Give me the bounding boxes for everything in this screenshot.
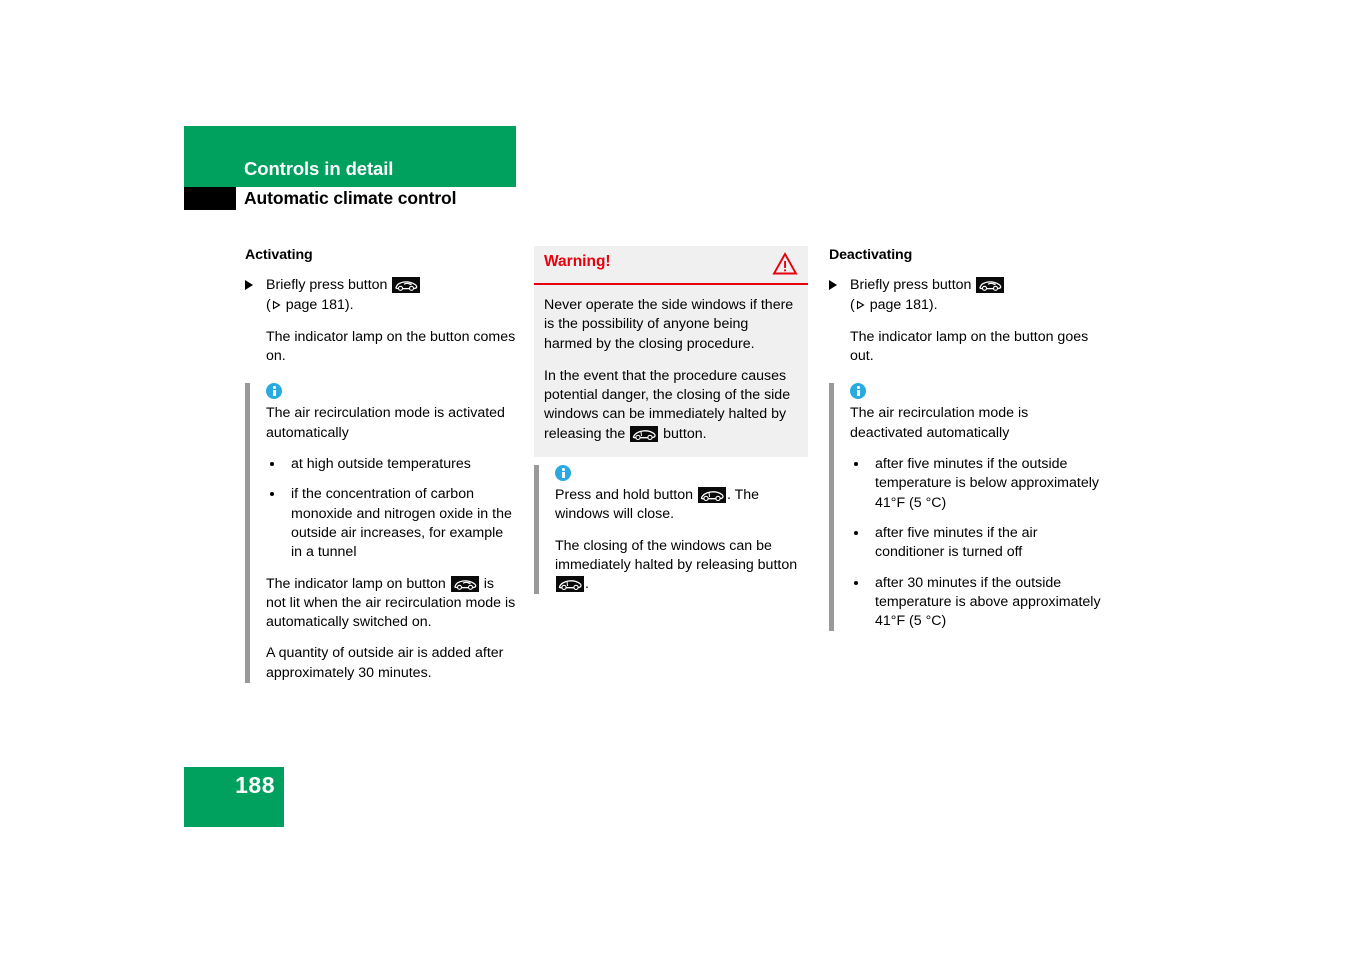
left-info-intro: The air recirculation mode is activated … [266,405,505,441]
left-info-note: The indicator lamp on button is not lit … [266,575,516,631]
list-item: after five minutes if the outside temper… [850,455,1104,513]
list-item: at high outside temperatures [266,455,517,474]
left-column: Activating Briefly press button ( page 1… [245,246,517,684]
list-item: after 30 minutes if the outside temperat… [850,574,1104,632]
side-window-button-icon[interactable] [556,576,584,593]
step-label: Briefly press button [266,277,388,294]
hollow-right-triangle-icon [272,300,281,310]
step-label: Briefly press button [850,277,972,294]
middle-info-block: Press and hold button . The windows will… [534,465,808,595]
hollow-right-triangle-icon [856,300,865,310]
info-block-rule [534,465,539,595]
info-block-rule [245,383,250,684]
manual-page: Controls in detail Automatic climate con… [0,0,1351,954]
middle-column: Press and hold button . The windows will… [534,465,808,595]
warning-triangle-icon [772,252,798,276]
warning-paragraph-1: Never operate the side windows if there … [544,297,794,352]
right-info-intro: The air recirculation mode is deactivate… [850,405,1029,441]
bullet-dot-icon [854,580,858,585]
section-title: Automatic climate control [244,188,457,208]
right-info-bullets: after five minutes if the outside temper… [850,455,1104,631]
page-reference: ( page 181). [850,296,938,313]
deactivating-result-text: The indicator lamp on the button goes ou… [850,328,1089,365]
chapter-title: Controls in detail [244,158,394,179]
warning-box-body: Never operate the side windows if there … [534,285,808,457]
bullet-dot-icon [270,462,274,467]
chapter-header-band: Controls in detail [184,126,516,187]
section-marker-block [184,187,236,210]
page-number-box: 188 [184,767,284,827]
right-column-heading: Deactivating [829,247,913,263]
air-recirculation-button-icon[interactable] [976,277,1005,294]
left-info-block: The air recirculation mode is activated … [245,383,517,684]
info-icon [266,383,282,400]
middle-info-paragraph-1: Press and hold button . The windows will… [555,487,760,523]
filled-right-triangle-icon [245,280,253,291]
info-icon [850,383,866,400]
air-recirculation-button-icon[interactable] [392,277,421,294]
page-reference: ( page 181). [266,296,354,313]
list-item: if the concentration of carbon monoxide … [266,485,517,562]
activating-step: Briefly press button ( page 181). [245,276,517,315]
warning-box-header: Warning! [534,246,808,285]
bullet-dot-icon [854,530,858,535]
side-window-button-icon[interactable] [697,487,726,503]
left-info-bullets: at high outside temperatures if the conc… [266,455,517,562]
right-info-block: The air recirculation mode is deactivate… [829,383,1104,632]
deactivating-step: Briefly press button ( page 181). [829,276,1104,315]
list-item: after five minutes if the air conditione… [850,524,1104,563]
right-column: Deactivating Briefly press button ( page… [829,246,1104,643]
bullet-dot-icon [854,462,858,467]
warning-box: Warning! Never operate the side windows … [534,246,808,458]
warning-title: Warning! [544,253,611,270]
info-block-rule [829,383,834,632]
warning-paragraph-2: In the event that the procedure causes p… [544,367,791,442]
filled-right-triangle-icon [829,280,837,291]
page-number: 188 [235,772,275,798]
air-recirculation-button-icon[interactable] [450,575,479,592]
middle-info-paragraph-2: The closing of the windows can be immedi… [555,537,798,593]
left-column-heading: Activating [245,247,313,263]
bullet-dot-icon [270,492,274,497]
left-info-closing: A quantity of outside air is added after… [266,645,504,681]
side-window-button-icon[interactable] [630,425,659,442]
info-icon [555,465,571,481]
activating-result-text: The indicator lamp on the button comes o… [266,328,516,365]
